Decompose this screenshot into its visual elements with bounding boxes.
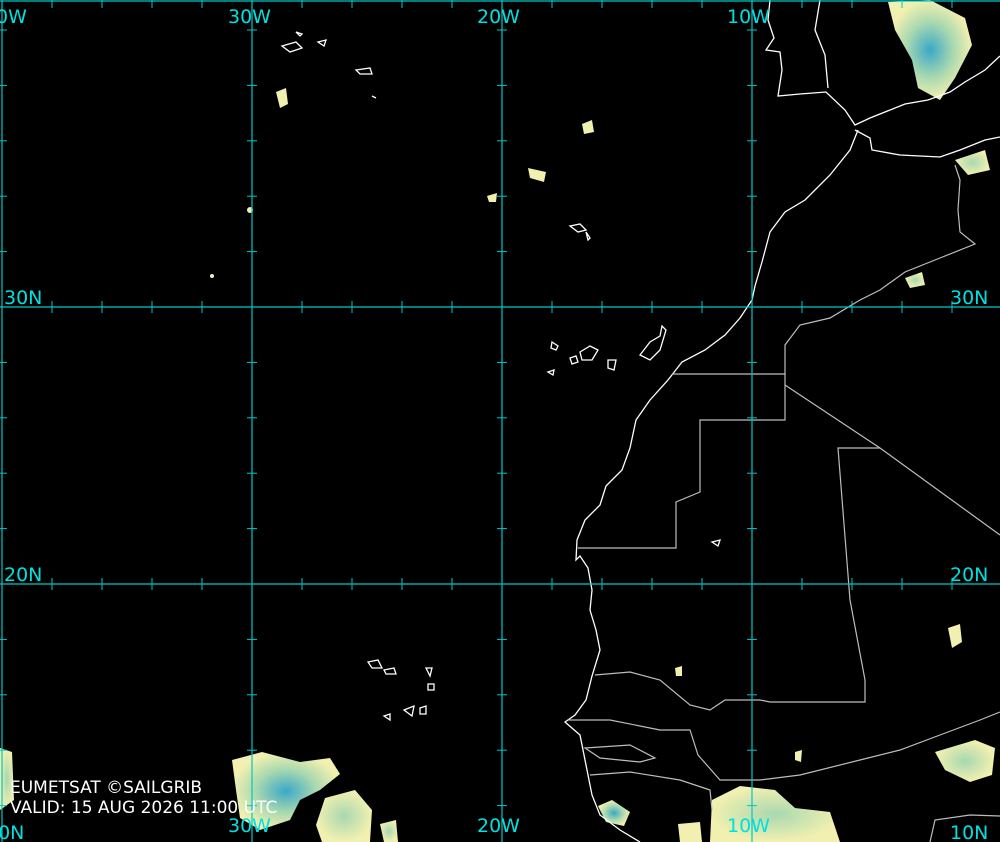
grid-layer	[0, 0, 1000, 842]
lon-label-bottom-10w: 10W	[727, 815, 770, 837]
lat-label-bottom-right-10n: 10N	[950, 822, 989, 842]
map-credits: EUMETSAT ©SAILGRIB VALID: 15 AUG 2026 11…	[10, 778, 278, 818]
lon-label-bottom-20w: 20W	[477, 815, 520, 837]
lat-label-left-30n: 30N	[4, 287, 43, 309]
satellite-map: 0W 30W 20W 10W 30N 30N 20N 20N 10N 30W 2…	[0, 0, 1000, 842]
lon-label-bottom-30w: 30W	[228, 815, 271, 837]
lon-label-top-30w: 30W	[228, 6, 271, 28]
lat-label-right-20n: 20N	[950, 564, 989, 586]
lon-label-top-20w: 20W	[477, 6, 520, 28]
lat-label-left-20n: 20N	[4, 564, 43, 586]
credits-source: EUMETSAT ©SAILGRIB	[10, 778, 203, 798]
lat-label-right-30n: 30N	[950, 287, 989, 309]
lat-label-bottom-left-10n: 10N	[0, 822, 25, 842]
credits-valid-time: VALID: 15 AUG 2026 11:00 UTC	[10, 797, 278, 818]
lon-label-top-0: 0W	[0, 6, 27, 28]
lon-label-top-10w: 10W	[727, 6, 770, 28]
